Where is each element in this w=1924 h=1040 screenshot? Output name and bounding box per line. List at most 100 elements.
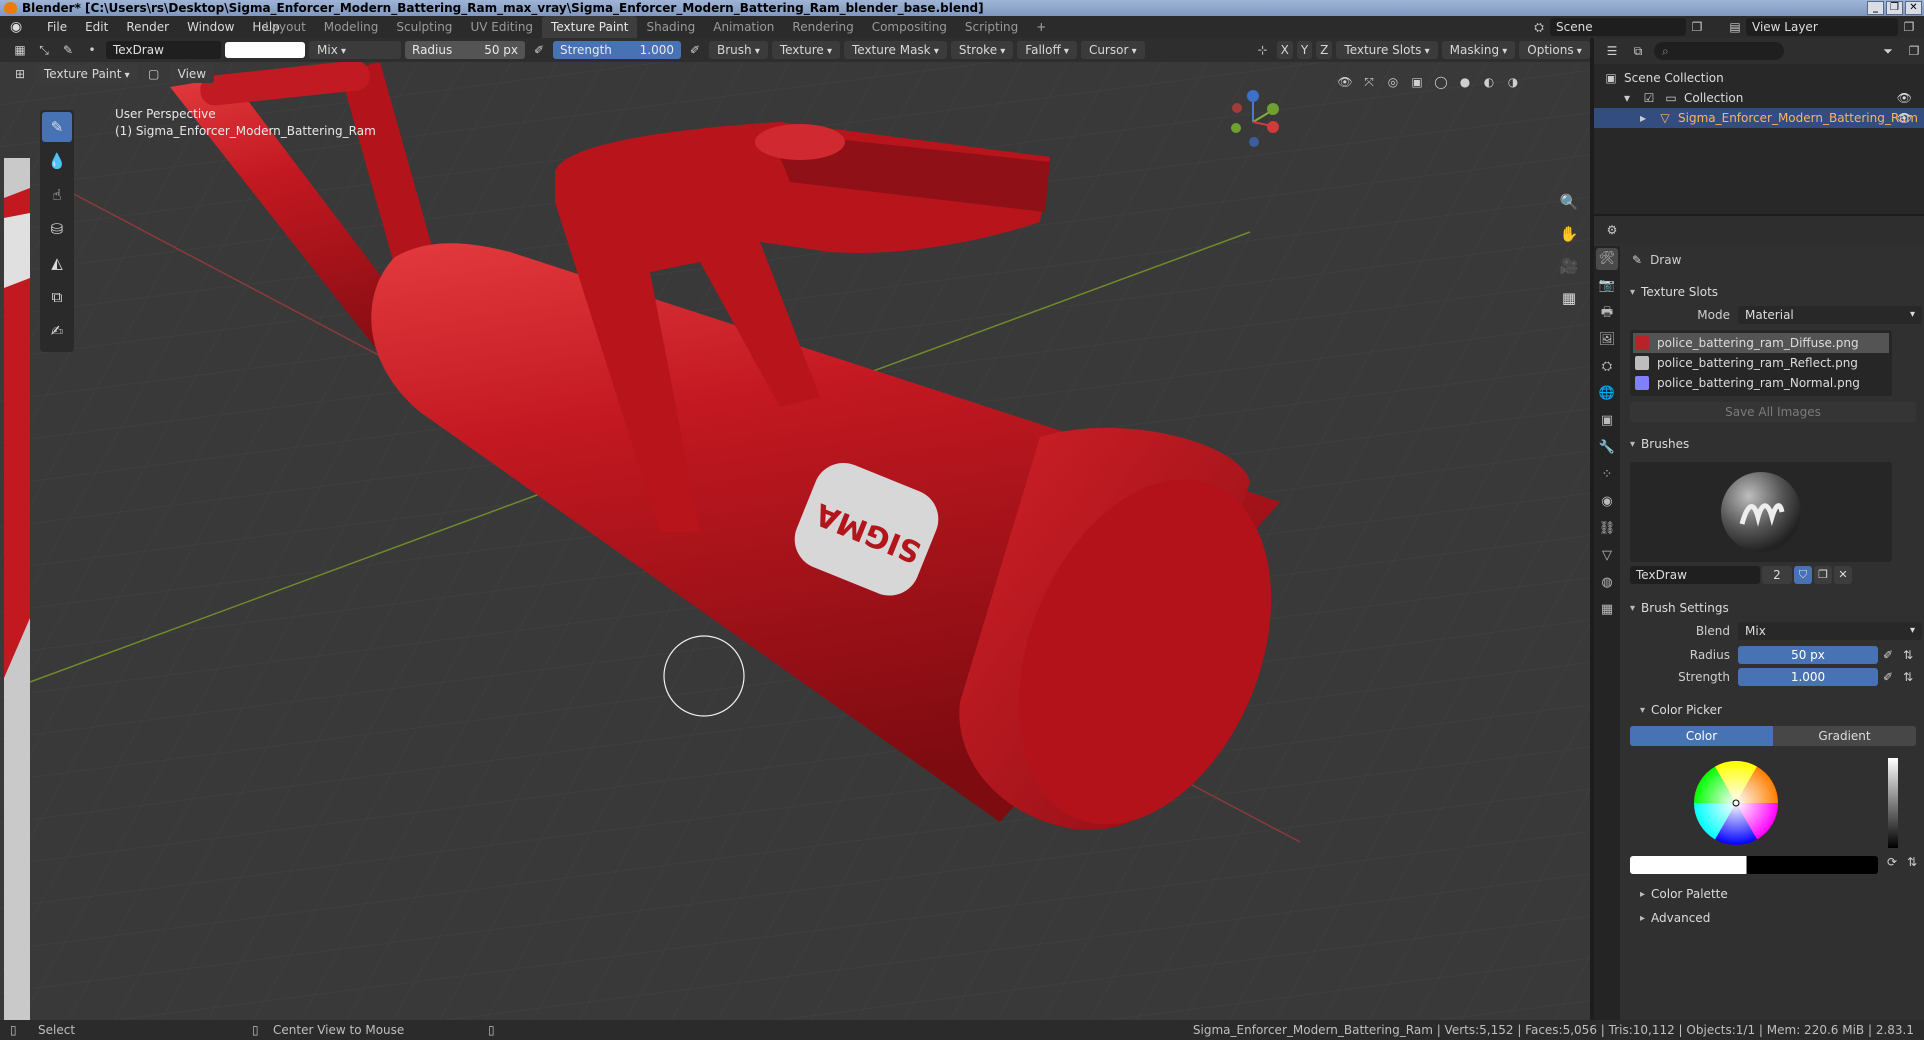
particles-tab-icon[interactable]: ⁘	[1596, 464, 1618, 486]
outliner-collection[interactable]: ▾ ☑ ▭ Collection 👁	[1594, 88, 1924, 108]
falloff-menu[interactable]: Falloff	[1017, 41, 1077, 59]
outliner-search-input[interactable]: ⌕	[1654, 42, 1784, 60]
brush-icon[interactable]: ✎	[58, 41, 78, 59]
tab-shading[interactable]: Shading	[637, 16, 704, 38]
color-tab[interactable]: Color	[1630, 726, 1773, 746]
world-tab-icon[interactable]: 🌐	[1596, 383, 1618, 405]
texture-slot-item[interactable]: police_battering_ram_Diffuse.png	[1633, 333, 1889, 353]
primary-secondary-color-bar[interactable]	[1630, 856, 1878, 874]
duplicate-brush-icon[interactable]: ❐	[1814, 566, 1832, 584]
texture-mode-dropdown[interactable]: Material	[1738, 306, 1922, 324]
mode-toggle-icon[interactable]: ▢	[144, 65, 164, 83]
radius-slider[interactable]: Radius 50 px	[405, 41, 525, 59]
symmetry-icon[interactable]: ⊹	[1253, 41, 1273, 59]
strength-slider[interactable]: Strength 1.000	[553, 41, 681, 59]
menu-window[interactable]: Window	[178, 16, 243, 38]
solid-shading-icon[interactable]: ●	[1455, 73, 1475, 91]
outliner-editor-icon[interactable]: ☰	[1602, 42, 1622, 60]
color-wheel[interactable]	[1694, 760, 1778, 846]
modifier-tab-icon[interactable]: 🔧	[1596, 437, 1618, 459]
rendered-shading-icon[interactable]: ◑	[1503, 73, 1523, 91]
mode-selector[interactable]: Texture Paint	[36, 65, 138, 83]
tab-scripting[interactable]: Scripting	[956, 16, 1027, 38]
overlay-toggle-icon[interactable]: ◎	[1383, 73, 1403, 91]
material-tab-icon[interactable]: ◍	[1596, 572, 1618, 594]
smear-tool-icon[interactable]: ☝	[42, 180, 72, 210]
brush-name-field[interactable]: TexDraw	[106, 41, 221, 59]
blend-dropdown[interactable]: Mix	[1738, 622, 1922, 640]
strength-settings-slider[interactable]: 1.000	[1738, 668, 1878, 686]
render-tab-icon[interactable]: 📷	[1596, 275, 1618, 297]
scene-selector[interactable]: ⛭ Scene ❐	[1528, 18, 1708, 36]
filter-icon[interactable]: ⏷	[1878, 42, 1898, 60]
blender-logo-icon[interactable]: ◉	[10, 19, 26, 35]
close-window-button[interactable]: ✕	[1905, 1, 1922, 15]
strength-pressure-icon[interactable]: ✐	[685, 41, 705, 59]
gradient-tab[interactable]: Gradient	[1773, 726, 1916, 746]
outliner-scene-collection[interactable]: ▣ Scene Collection	[1594, 68, 1924, 88]
color-pressure-icon[interactable]: ⇅	[1902, 853, 1922, 871]
mirror-y-toggle[interactable]: Y	[1296, 41, 1313, 59]
texture-mask-menu[interactable]: Texture Mask	[843, 41, 947, 59]
constraints-tab-icon[interactable]: ⛓	[1596, 518, 1618, 540]
texture-tab-icon[interactable]: ▦	[1596, 599, 1618, 621]
annotate-tool-icon[interactable]: ✍	[42, 316, 72, 346]
mirror-z-toggle[interactable]: Z	[1316, 41, 1333, 59]
blend-mode-dropdown[interactable]: Mix	[309, 41, 401, 59]
tab-texture-paint[interactable]: Texture Paint	[542, 16, 638, 38]
texture-slots-panel-header[interactable]: Texture Slots	[1624, 280, 1922, 304]
ortho-toggle-icon[interactable]: ▦	[1557, 286, 1581, 310]
brush-users-count[interactable]: 2	[1762, 566, 1792, 584]
radius-settings-slider[interactable]: 50 px	[1738, 646, 1878, 664]
expand-arrow-icon[interactable]: ▸	[1634, 111, 1652, 125]
fake-user-shield-icon[interactable]: ⛉	[1794, 566, 1812, 584]
tab-uv-editing[interactable]: UV Editing	[461, 16, 542, 38]
save-all-images-button[interactable]: Save All Images	[1630, 402, 1916, 422]
output-tab-icon[interactable]: 🖶	[1596, 302, 1618, 324]
physics-tab-icon[interactable]: ◉	[1596, 491, 1618, 513]
wireframe-shading-icon[interactable]: ◯	[1431, 73, 1451, 91]
menu-file[interactable]: File	[38, 16, 76, 38]
camera-view-icon[interactable]: 🎥	[1557, 254, 1581, 278]
object-tab-icon[interactable]: ▣	[1596, 410, 1618, 432]
new-view-layer-icon[interactable]: ❐	[1898, 20, 1920, 34]
stroke-menu[interactable]: Stroke	[950, 41, 1014, 59]
tool-select-icon[interactable]: ⤡	[34, 41, 54, 59]
cursor-menu[interactable]: Cursor	[1080, 41, 1145, 59]
radius-unit-icon[interactable]: ⇅	[1898, 646, 1918, 664]
view-layer-tab-icon[interactable]: 🖼	[1596, 329, 1618, 351]
tab-rendering[interactable]: Rendering	[783, 16, 862, 38]
tab-modeling[interactable]: Modeling	[315, 16, 388, 38]
brush-datablock-name[interactable]: TexDraw	[1630, 566, 1760, 584]
draw-tool-icon[interactable]: ✎	[42, 112, 72, 142]
outliner-object-row[interactable]: ▸ ▽ Sigma_Enforcer_Modern_Battering_Ram …	[1594, 108, 1924, 128]
new-scene-icon[interactable]: ❐	[1686, 20, 1708, 34]
view-menu[interactable]: View	[169, 65, 215, 83]
properties-editor-icon[interactable]: ⚙	[1602, 221, 1622, 239]
scene-name-field[interactable]: Scene	[1550, 18, 1686, 36]
masking-menu[interactable]: Masking	[1441, 41, 1516, 59]
scene-tab-icon[interactable]: ⛭	[1596, 356, 1618, 378]
maximize-button[interactable]: ❐	[1886, 1, 1903, 15]
advanced-subpanel-header[interactable]: Advanced	[1624, 906, 1922, 930]
brush-color-swatch[interactable]	[225, 42, 305, 58]
data-tab-icon[interactable]: ▽	[1596, 545, 1618, 567]
mask-tool-icon[interactable]: ⧉	[42, 282, 72, 312]
object-visibility-icon[interactable]: 👁	[1897, 111, 1912, 125]
editor-type-icon[interactable]: ⊞	[10, 65, 30, 83]
strength-unit-icon[interactable]: ⇅	[1898, 668, 1918, 686]
visibility-icon[interactable]: 👁	[1335, 73, 1355, 91]
xray-toggle-icon[interactable]: ▣	[1407, 73, 1427, 91]
3d-viewport[interactable]: SIGMA	[0, 62, 1590, 1020]
view-layer-selector[interactable]: ▤ View Layer ❐	[1724, 18, 1920, 36]
editor-type-icon[interactable]: ▦	[10, 41, 30, 59]
strength-pressure-icon[interactable]: ✐	[1878, 668, 1898, 686]
options-menu[interactable]: Options	[1519, 41, 1590, 59]
swap-colors-icon[interactable]: ⟳	[1882, 853, 1902, 871]
brushes-panel-header[interactable]: Brushes	[1624, 432, 1922, 456]
minimize-button[interactable]: _	[1867, 1, 1884, 15]
new-collection-icon[interactable]: ❐	[1904, 42, 1924, 60]
brush-preview[interactable]	[1630, 462, 1892, 562]
pan-hand-icon[interactable]: ✋	[1557, 222, 1581, 246]
mirror-x-toggle[interactable]: X	[1276, 41, 1293, 59]
